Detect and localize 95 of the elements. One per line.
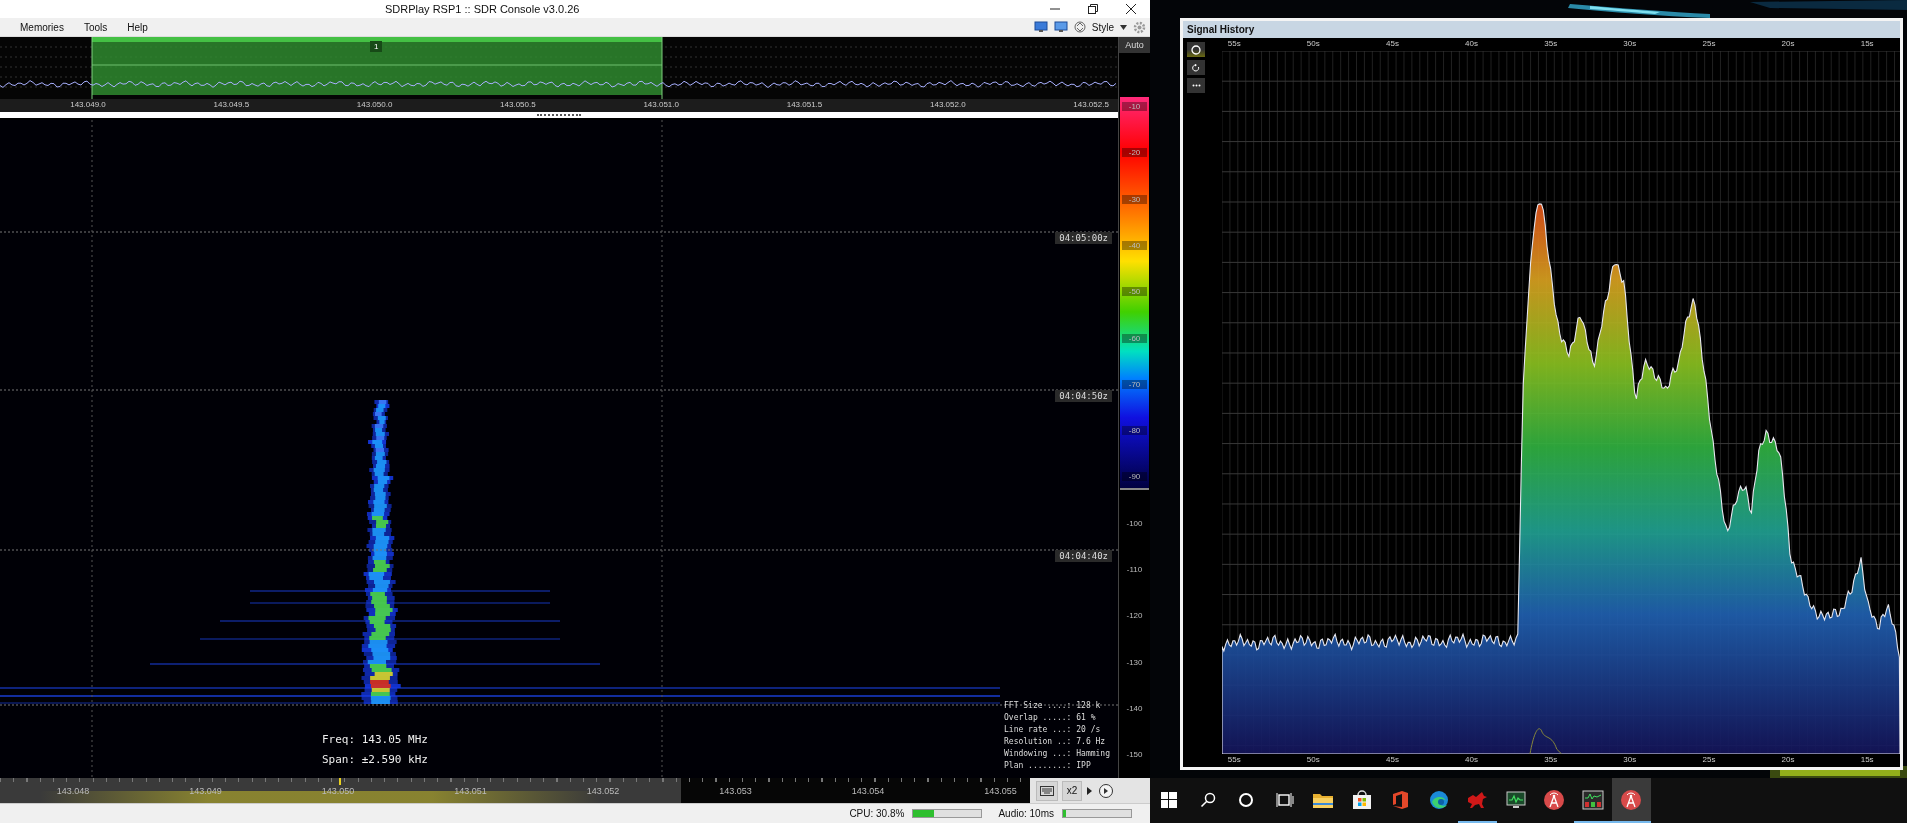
task-view-icon bbox=[1275, 791, 1294, 808]
antenna-icon bbox=[1620, 788, 1643, 811]
frequency-label: 143.053 bbox=[719, 786, 752, 796]
frequency-label: 143.052 bbox=[586, 786, 620, 796]
time-tick-label: 25s bbox=[1702, 39, 1716, 48]
window-title: Signal History bbox=[1183, 21, 1900, 38]
frequency-label: 143.051 bbox=[454, 786, 487, 796]
scale-label: -10 bbox=[1122, 102, 1147, 111]
shopping-bag-icon bbox=[1351, 789, 1372, 810]
time-tick-label: 55s bbox=[1227, 755, 1241, 764]
fft-stat: Resolution ..: 7.6 Hz bbox=[1004, 736, 1107, 748]
spinner-icon[interactable] bbox=[1073, 21, 1086, 33]
frequency-label: 143.049.5 bbox=[213, 100, 250, 109]
monitor-icon[interactable] bbox=[1053, 21, 1068, 33]
time-tick-label: 45s bbox=[1386, 755, 1399, 764]
time-tick-label: 40s bbox=[1465, 755, 1478, 764]
close-icon bbox=[1126, 4, 1136, 14]
time-tick-label: 20s bbox=[1781, 39, 1795, 48]
band-label: 1 bbox=[370, 41, 383, 52]
scale-label: -70 bbox=[1122, 379, 1147, 389]
browser-icon bbox=[1428, 789, 1449, 810]
frequency-label: 143.051.0 bbox=[643, 100, 679, 109]
time-tick-label: 50s bbox=[1306, 755, 1320, 764]
keyboard-icon bbox=[1040, 785, 1054, 796]
frequency-label: 143.049.0 bbox=[70, 100, 106, 109]
scale-label: -90 bbox=[1122, 472, 1147, 482]
frequency-label: 143.055 bbox=[984, 786, 1017, 796]
scale-label: -30 bbox=[1122, 194, 1147, 204]
record-button[interactable] bbox=[1187, 42, 1205, 57]
forward-icon[interactable] bbox=[1098, 782, 1114, 799]
monitor-icon bbox=[1505, 790, 1526, 809]
monitor-icon[interactable] bbox=[1033, 21, 1048, 33]
time-tick-label: 20s bbox=[1781, 755, 1795, 764]
time-tick-label: 55s bbox=[1227, 39, 1241, 48]
time-tick-label: 25s bbox=[1702, 755, 1716, 764]
scale-label: -60 bbox=[1122, 333, 1147, 343]
time-label: 04:05:00z bbox=[1055, 232, 1112, 244]
bird-icon bbox=[1466, 789, 1489, 810]
search-icon bbox=[1199, 791, 1216, 808]
time-tick-label: 50s bbox=[1306, 39, 1320, 48]
time-tick-label: 15s bbox=[1860, 39, 1874, 48]
frequency-label: 143.050.0 bbox=[356, 100, 393, 109]
reset-button[interactable] bbox=[1187, 60, 1205, 75]
frequency-ruler[interactable]: 143.048 143.049 143.050 143.051 143.052 143.053 143.054 143.055 bbox=[0, 778, 1030, 803]
scale-label: -50 bbox=[1122, 287, 1147, 297]
more-button[interactable] bbox=[1187, 78, 1205, 93]
fft-stat: Windowing ...: Hamming bbox=[1004, 748, 1110, 760]
style-menu[interactable]: Style bbox=[1091, 21, 1114, 33]
frequency-label: 143.054 bbox=[851, 786, 885, 796]
antenna-icon bbox=[1543, 788, 1566, 811]
time-label: 04:04:40z bbox=[1055, 550, 1112, 562]
fft-stat: Overlap .....: 61 % bbox=[1004, 712, 1097, 724]
zoom-button[interactable]: x2 bbox=[1062, 780, 1082, 801]
refresh-icon bbox=[1192, 63, 1200, 72]
circle-icon bbox=[1191, 44, 1201, 55]
frequency-label: 143.050.5 bbox=[500, 100, 536, 109]
scale-label: -80 bbox=[1122, 426, 1147, 436]
time-tick-label: 45s bbox=[1386, 39, 1399, 48]
menu-item[interactable]: Help bbox=[117, 21, 158, 33]
frequency-label: 143.052.0 bbox=[930, 100, 966, 109]
time-tick-label: 35s bbox=[1544, 39, 1558, 48]
frequency-label: 143.048 bbox=[56, 786, 90, 796]
frequency-label: 143.052.5 bbox=[1073, 100, 1109, 109]
scale-label: -40 bbox=[1122, 240, 1147, 250]
fft-stat: Line rate ...: 20 /s bbox=[1004, 724, 1102, 736]
frequency-label: 143.049 bbox=[189, 786, 222, 796]
windows-logo-icon bbox=[1161, 791, 1178, 808]
circle-icon bbox=[1238, 791, 1255, 808]
auto-button[interactable]: Auto bbox=[1119, 37, 1150, 53]
span-readout: Span: ±2.590 kHz bbox=[322, 753, 428, 766]
play-icon[interactable] bbox=[1086, 785, 1094, 796]
restore-icon bbox=[1088, 4, 1098, 14]
menu-item[interactable]: Memories bbox=[10, 21, 74, 33]
time-tick-label: 35s bbox=[1544, 755, 1558, 764]
taskbar-button[interactable] bbox=[1612, 778, 1651, 823]
fft-stat: Plan ........: IPP bbox=[1004, 760, 1092, 772]
frequency-label: 143.050 bbox=[321, 786, 355, 796]
cpu-label: CPU: 30.8% bbox=[849, 808, 905, 819]
keyboard-button[interactable] bbox=[1036, 780, 1058, 801]
menu-item[interactable]: Tools bbox=[73, 21, 118, 33]
frequency-readout: Freq: 143.05 MHz bbox=[322, 733, 428, 746]
time-tick-label: 40s bbox=[1465, 39, 1478, 48]
time-tick-label: 30s bbox=[1623, 39, 1637, 48]
dashboard-icon bbox=[1581, 789, 1604, 810]
fft-stat: FFT Size ....: 128 k bbox=[1004, 700, 1102, 712]
time-tick-label: 30s bbox=[1623, 755, 1637, 764]
scale-label: -20 bbox=[1122, 148, 1147, 158]
more-icon bbox=[1191, 84, 1201, 87]
office-icon bbox=[1391, 789, 1410, 810]
frequency-label: 143.051.5 bbox=[786, 100, 823, 109]
time-label: 04:04:50z bbox=[1055, 390, 1112, 402]
audio-label: Audio: 10ms bbox=[998, 808, 1054, 819]
window-title: SDRPlay RSP1 :: SDR Console v3.0.26 bbox=[385, 3, 581, 15]
time-tick-label: 15s bbox=[1860, 755, 1874, 764]
caret-icon[interactable] bbox=[1120, 24, 1127, 30]
